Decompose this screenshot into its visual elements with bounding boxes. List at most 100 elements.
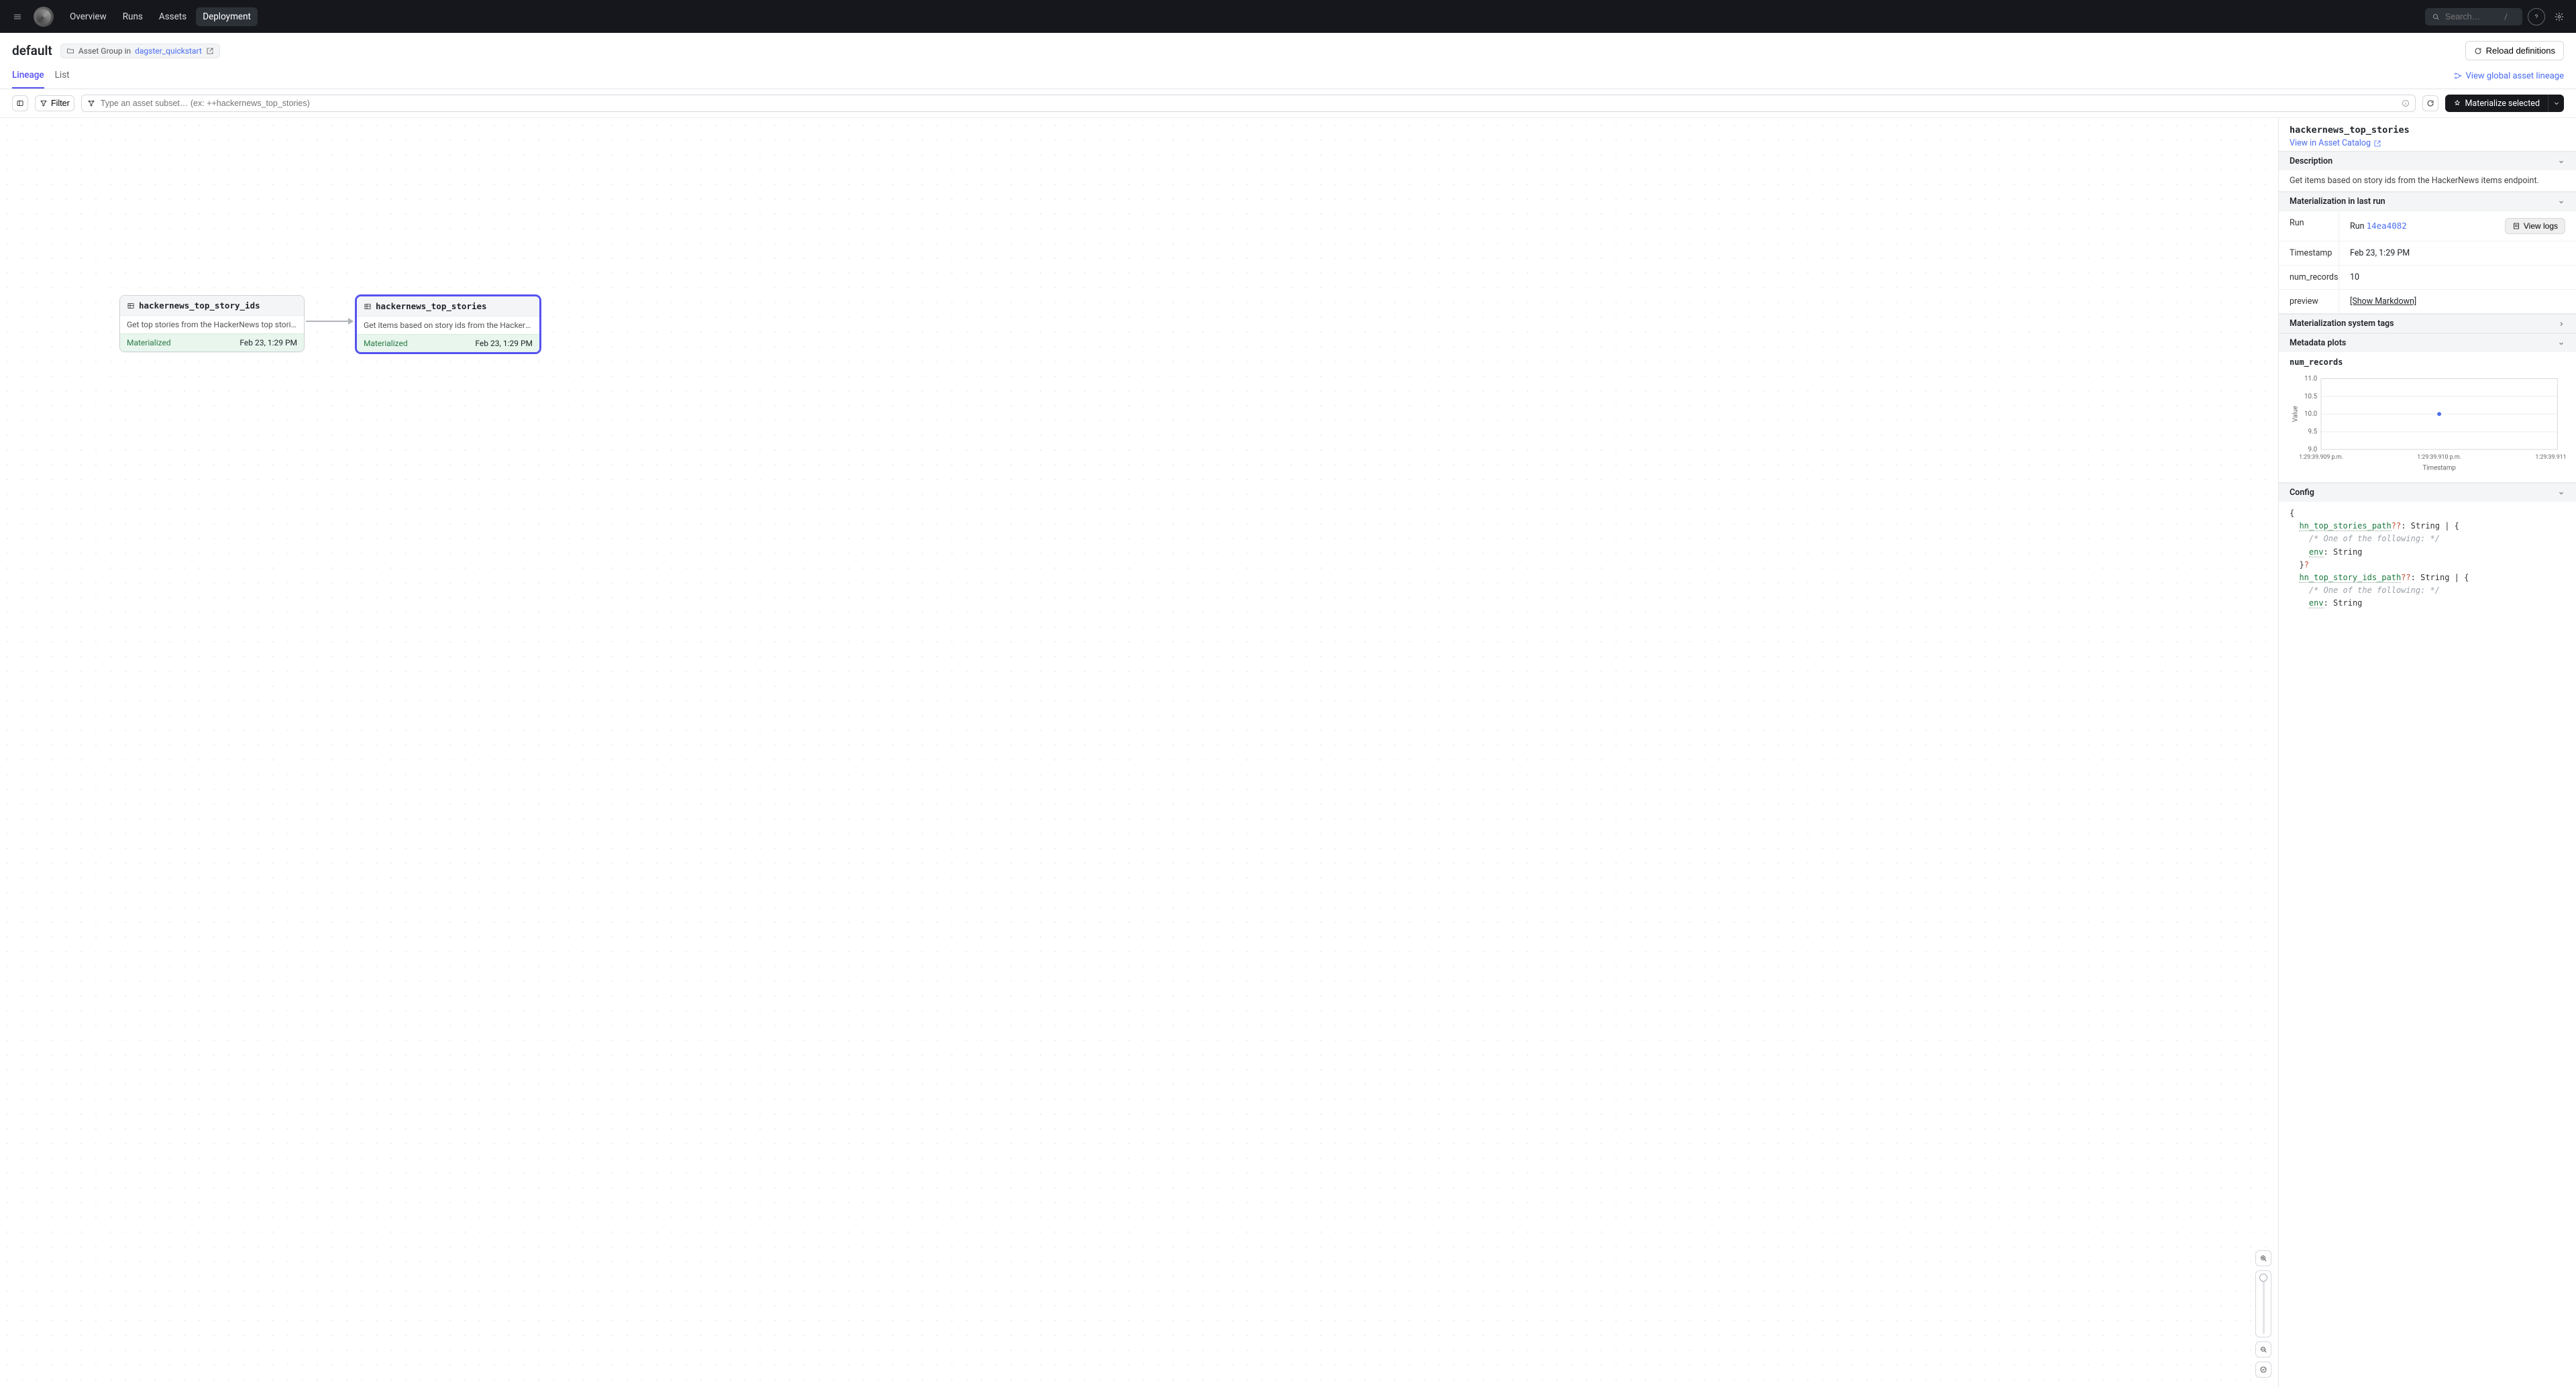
zoom-slider[interactable] <box>2255 1270 2271 1337</box>
reload-label: Reload definitions <box>2486 46 2555 56</box>
nav-overview[interactable]: Overview <box>63 7 113 26</box>
lineage-icon <box>2454 72 2462 80</box>
plot-title: num_records <box>2279 352 2576 372</box>
filter-icon <box>40 99 48 107</box>
config-heading: Config <box>2290 488 2314 498</box>
catalog-link-label: View in Asset Catalog <box>2290 138 2371 148</box>
chip-prefix: Asset Group in <box>78 46 131 56</box>
materialization-section-header[interactable]: Materialization in last run <box>2279 192 2576 211</box>
svg-text:10.0: 10.0 <box>2304 410 2317 418</box>
run-id-link[interactable]: 14ea4082 <box>2367 221 2407 231</box>
search-box[interactable]: / <box>2425 8 2522 25</box>
chevron-down-icon <box>2557 339 2565 347</box>
metadata-plot: 9.09.510.010.511.01:29:39.909 p.m.1:29:3… <box>2279 372 2576 482</box>
asset-node-hackernews-top-stories[interactable]: hackernews_top_stories Get items based o… <box>356 295 541 353</box>
run-label: Run <box>2279 211 2339 241</box>
tab-list[interactable]: List <box>55 63 70 89</box>
tab-bar: Lineage List View global asset lineage <box>0 63 2576 89</box>
chevron-down-icon <box>2553 99 2561 107</box>
materialize-dropdown[interactable] <box>2548 95 2564 112</box>
chevron-down-icon <box>2557 158 2565 166</box>
detail-panel: hackernews_top_stories View in Asset Cat… <box>2278 118 2576 1387</box>
reload-definitions-button[interactable]: Reload definitions <box>2465 41 2564 60</box>
table-icon <box>364 302 372 311</box>
view-logs-button[interactable]: View logs <box>2505 218 2565 234</box>
main: hackernews_top_story_ids Get top stories… <box>0 118 2576 1387</box>
materialize-button[interactable]: Materialize selected <box>2445 95 2564 112</box>
asset-node-desc: Get items based on story ids from the Ha… <box>357 316 539 334</box>
asset-node-timestamp: Feb 23, 1:29 PM <box>239 338 297 347</box>
zoom-fit-button[interactable] <box>2255 1362 2271 1378</box>
metadata-plots-section-header[interactable]: Metadata plots <box>2279 333 2576 352</box>
config-code: { hn_top_stories_path??: String | { /* O… <box>2279 502 2576 621</box>
filter-button[interactable]: Filter <box>35 95 74 111</box>
external-link-icon[interactable] <box>206 47 214 55</box>
global-lineage-label: View global asset lineage <box>2466 71 2564 81</box>
asset-node-title: hackernews_top_stories <box>376 301 487 311</box>
timestamp-label: Timestamp <box>2279 241 2339 265</box>
collapse-sidebar-button[interactable] <box>12 95 28 111</box>
table-icon <box>127 302 135 310</box>
view-global-lineage-link[interactable]: View global asset lineage <box>2454 71 2564 81</box>
numrecords-label: num_records <box>2279 266 2339 289</box>
search-icon <box>2432 13 2440 21</box>
help-icon[interactable] <box>2528 8 2545 25</box>
description-text: Get items based on story ids from the Ha… <box>2279 170 2576 191</box>
description-section-header[interactable]: Description <box>2279 152 2576 170</box>
asset-subset-input-wrap[interactable] <box>81 95 2416 112</box>
show-markdown-link[interactable]: [Show Markdown] <box>2350 296 2416 307</box>
timestamp-value: Feb 23, 1:29 PM <box>2339 241 2576 265</box>
nav-runs[interactable]: Runs <box>116 7 150 26</box>
toolbar: Filter Materialize selected <box>0 89 2576 118</box>
nav-assets[interactable]: Assets <box>152 7 193 26</box>
asset-edge <box>306 321 353 322</box>
asset-subset-input[interactable] <box>101 99 2396 108</box>
page-header: default Asset Group in dagster_quickstar… <box>0 33 2576 63</box>
detail-asset-name: hackernews_top_stories <box>2290 125 2565 135</box>
view-in-catalog-link[interactable]: View in Asset Catalog <box>2290 138 2381 148</box>
refresh-icon <box>2426 99 2434 107</box>
nav-deployment[interactable]: Deployment <box>196 7 258 26</box>
svg-text:9.0: 9.0 <box>2308 446 2318 453</box>
chevron-right-icon <box>2557 320 2565 328</box>
numrecords-value: 10 <box>2339 266 2576 289</box>
zoom-in-button[interactable] <box>2255 1250 2271 1266</box>
chevron-down-icon <box>2557 198 2565 206</box>
zoom-out-button[interactable] <box>2255 1341 2271 1357</box>
menu-icon[interactable] <box>8 7 27 26</box>
top-nav: Overview Runs Assets Deployment / <box>0 0 2576 33</box>
reload-icon <box>2474 47 2482 55</box>
page-title: default <box>12 43 52 58</box>
asset-node-timestamp: Feb 23, 1:29 PM <box>475 339 533 348</box>
run-prefix: Run <box>2350 221 2367 231</box>
svg-text:Value: Value <box>2292 406 2300 422</box>
info-icon[interactable] <box>2402 99 2410 107</box>
config-section-header[interactable]: Config <box>2279 483 2576 502</box>
dagster-logo[interactable] <box>34 7 54 27</box>
materialize-icon <box>2453 99 2461 107</box>
system-tags-section-header[interactable]: Materialization system tags <box>2279 314 2576 333</box>
refresh-button[interactable] <box>2422 95 2438 111</box>
chip-link[interactable]: dagster_quickstart <box>135 46 202 56</box>
asset-node-title: hackernews_top_story_ids <box>139 300 260 311</box>
chevron-down-icon <box>2557 489 2565 497</box>
nav-items: Overview Runs Assets Deployment <box>63 7 258 26</box>
lineage-canvas[interactable]: hackernews_top_story_ids Get top stories… <box>0 118 2278 1387</box>
gear-icon[interactable] <box>2551 8 2568 25</box>
asset-group-chip: Asset Group in dagster_quickstart <box>60 44 220 58</box>
svg-text:11.0: 11.0 <box>2304 375 2317 382</box>
logs-icon <box>2512 222 2520 230</box>
svg-text:Timestamp: Timestamp <box>2422 464 2456 471</box>
folder-icon <box>66 47 74 55</box>
svg-text:1:29:39.909 p.m.: 1:29:39.909 p.m. <box>2299 454 2343 461</box>
asset-node-desc: Get top stories from the HackerNews top … <box>120 315 304 333</box>
graph-icon <box>87 99 95 107</box>
svg-text:1:29:39.911 p.m.: 1:29:39.911 p.m. <box>2535 454 2565 461</box>
external-link-icon <box>2373 140 2381 148</box>
materialization-heading: Materialization in last run <box>2290 197 2385 207</box>
search-input[interactable] <box>2445 12 2499 21</box>
asset-node-hackernews-top-story-ids[interactable]: hackernews_top_story_ids Get top stories… <box>119 295 305 352</box>
tab-lineage[interactable]: Lineage <box>12 63 44 89</box>
filter-label: Filter <box>51 99 70 108</box>
system-tags-heading: Materialization system tags <box>2290 319 2394 329</box>
